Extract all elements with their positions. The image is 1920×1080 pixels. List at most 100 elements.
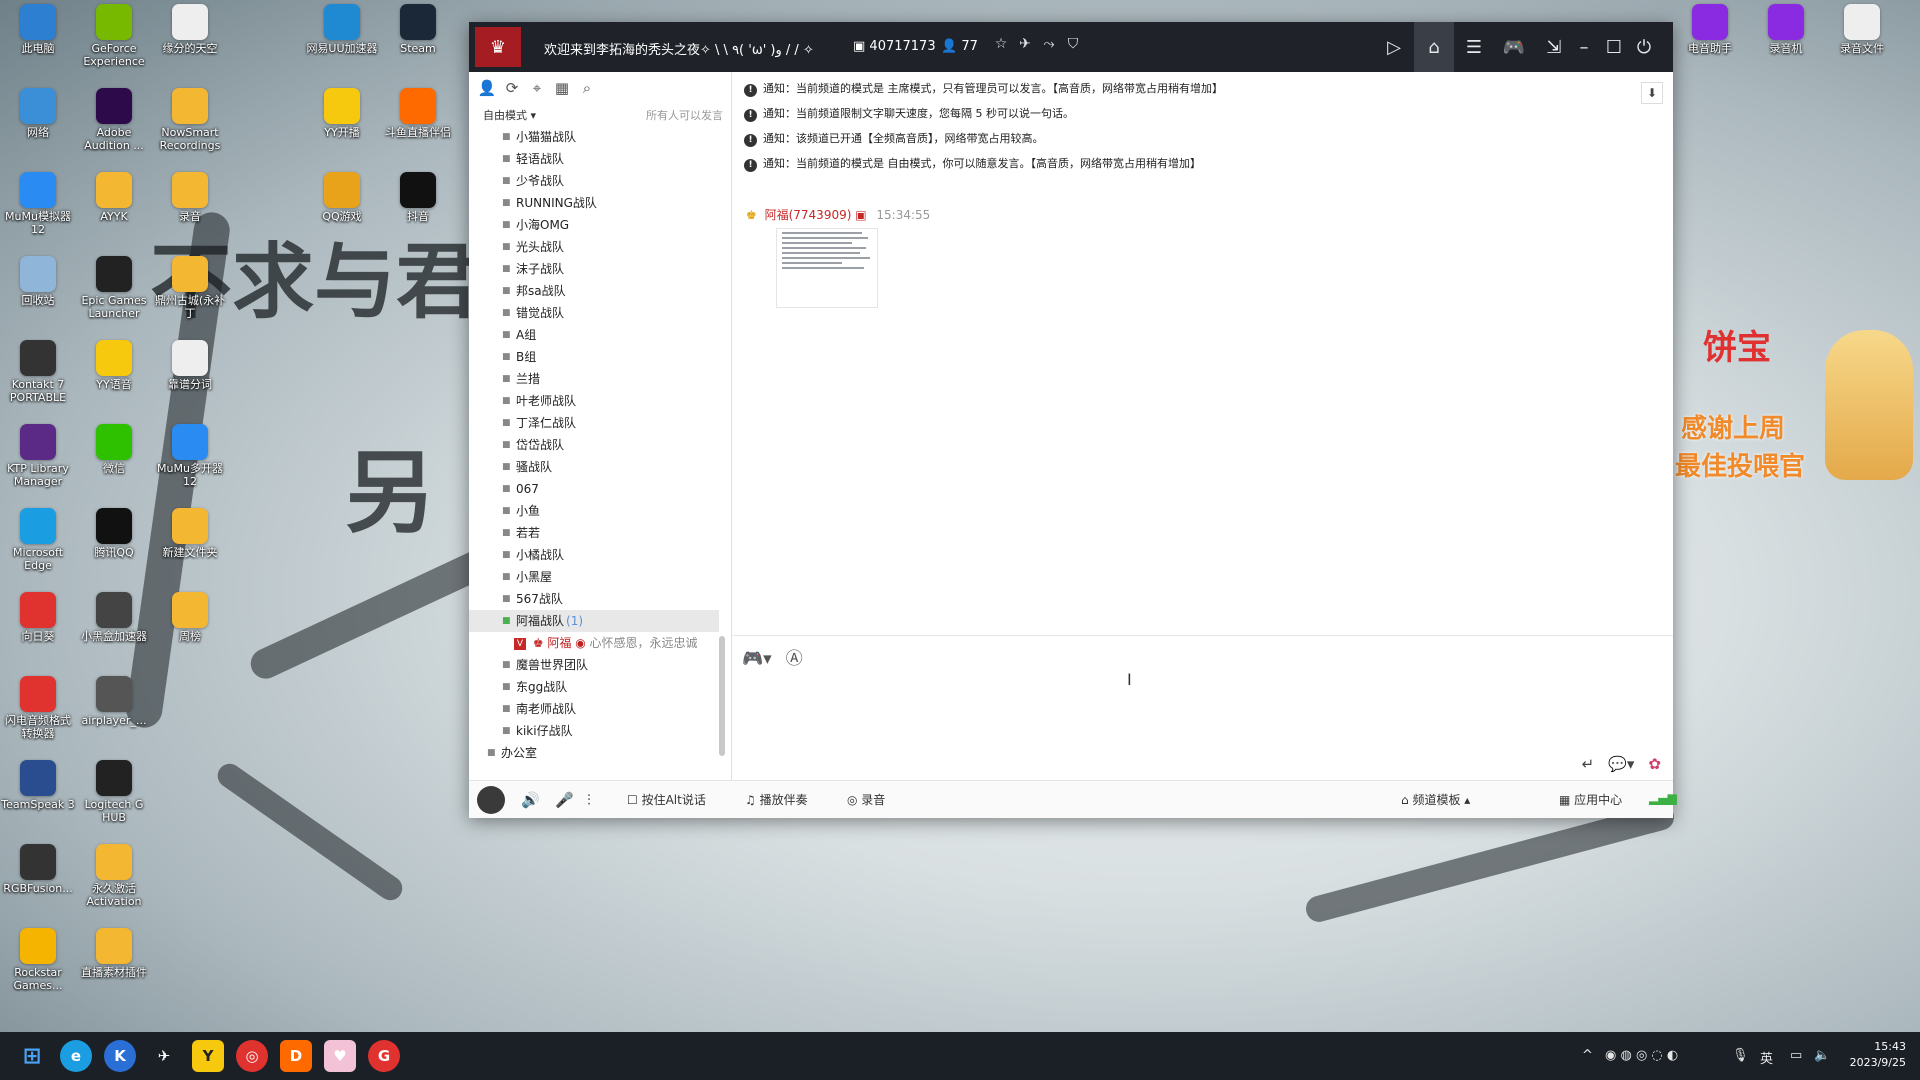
desktop-icon[interactable]: TeamSpeak 3 (0, 760, 76, 811)
channel-item[interactable]: ■ 魔兽世界团队 (469, 654, 719, 676)
channel-item[interactable]: ■ 兰措 (469, 368, 719, 390)
channel-item[interactable]: ■ 567战队 (469, 588, 719, 610)
channel-item[interactable]: ■ 邦sa战队 (469, 280, 719, 302)
desktop-icon[interactable]: 此电脑 (0, 4, 76, 55)
desktop-icon[interactable]: 靠谱分词 (152, 340, 228, 391)
desktop-icon[interactable]: QQ游戏 (304, 172, 380, 223)
desktop-icon[interactable]: 缘分的天空 (152, 4, 228, 55)
desktop-icon[interactable]: MuMu多开器12 (152, 424, 228, 488)
desktop-icon[interactable]: 斗鱼直播伴侣 (380, 88, 456, 139)
chat-bubble-icon[interactable]: 💬▾ (1608, 755, 1634, 773)
plane-app-icon[interactable]: ✈ (148, 1040, 180, 1072)
netease-music-icon[interactable]: ◎ (236, 1040, 268, 1072)
ptt-toggle[interactable]: ☐ 按住Alt说话 (627, 791, 706, 808)
channel-item[interactable]: ■ 067 (469, 478, 719, 500)
desktop-icon[interactable]: YY语音 (76, 340, 152, 391)
channel-item[interactable]: ■ 轻语战队 (469, 148, 719, 170)
video-icon[interactable]: ▷ (1374, 22, 1414, 72)
channel-avatar[interactable]: ♛ (475, 27, 521, 67)
board-icon[interactable]: ▦ (550, 79, 574, 97)
desktop-icon[interactable]: 微信 (76, 424, 152, 475)
location-icon[interactable]: ⌖ (525, 79, 549, 97)
send-icon[interactable]: ↵ (1582, 755, 1595, 773)
channel-item[interactable]: ■ 错觉战队 (469, 302, 719, 324)
desktop-icon[interactable]: Microsoft Edge (0, 508, 76, 572)
channel-item[interactable]: ■ 岱岱战队 (469, 434, 719, 456)
home-icon[interactable]: ⌂ (1414, 22, 1454, 72)
desktop-icon[interactable]: 录音 (152, 172, 228, 223)
power-icon[interactable]: ⏻ (1624, 22, 1664, 72)
shield-icon[interactable]: ⛉ (1063, 36, 1083, 56)
desktop-icon[interactable]: GeForce Experience (76, 4, 152, 68)
message-sender[interactable]: 阿福(7743909) (765, 208, 852, 222)
channel-item[interactable]: ■ 南老师战队 (469, 698, 719, 720)
desktop-icon[interactable]: Adobe Audition ... (76, 88, 152, 152)
title-bar[interactable]: ♛ 欢迎来到李拓海的秃头之夜✧ \ \ ٩( 'ω' )و / / ✧ ▣ 40… (469, 22, 1673, 72)
desktop-icon[interactable]: 小黑盒加速器 (76, 592, 152, 643)
desktop-icon[interactable]: 向日葵 (0, 592, 76, 643)
channel-item[interactable]: ■ 小鱼 (469, 500, 719, 522)
ime-indicator[interactable]: 英 (1760, 1048, 1773, 1067)
desktop-icon[interactable]: 直播素材插件 (76, 928, 152, 979)
mode-select[interactable]: 自由模式 ▾ (483, 109, 536, 122)
refresh-icon[interactable]: ⟳ (500, 79, 524, 97)
channel-item[interactable]: ■ 小橘战队 (469, 544, 719, 566)
channel-item[interactable]: ■ 光头战队 (469, 236, 719, 258)
channel-item[interactable]: ■ 小黑屋 (469, 566, 719, 588)
channel-item[interactable]: ■ 若若 (469, 522, 719, 544)
channel-scrollbar[interactable] (719, 126, 725, 766)
clock[interactable]: 15:43 2023/9/25 (1850, 1039, 1906, 1071)
speaker-icon[interactable]: 🔊 (521, 791, 540, 809)
star-icon[interactable]: ☆ (991, 36, 1011, 56)
desktop-icon[interactable]: 永久激活 Activation (76, 844, 152, 908)
mic-tray-icon[interactable]: 🎙 (1732, 1048, 1749, 1063)
channel-item[interactable]: ■ 骚战队 (469, 456, 719, 478)
desktop-icon[interactable]: 录音文件 (1824, 4, 1900, 55)
image-app-icon[interactable]: ♥ (324, 1040, 356, 1072)
desktop-icon[interactable]: Steam (380, 4, 456, 55)
message-input[interactable]: 🎮▾ Ⓐ I ↵ 💬▾ ✿ (732, 635, 1673, 781)
message-image[interactable] (776, 228, 878, 308)
desktop-icon[interactable]: Epic Games Launcher (76, 256, 152, 320)
music-button[interactable]: ♫ 播放伴奏 (745, 791, 808, 808)
start-icon[interactable]: ⊞ (16, 1040, 48, 1072)
gamepad-icon[interactable]: 🎮 (1494, 22, 1534, 72)
channel-item[interactable]: ■ 丁泽仁战队 (469, 412, 719, 434)
desktop-icon[interactable]: YY开播 (304, 88, 380, 139)
scroll-down-icon[interactable]: ⬇ (1641, 82, 1663, 104)
plane-icon[interactable]: ✈ (1015, 36, 1035, 56)
checkbox-icon[interactable]: ☐ (627, 793, 642, 807)
desktop-icon[interactable]: 周榜 (152, 592, 228, 643)
channel-item[interactable]: ■ kiki仔战队 (469, 720, 719, 742)
channel-item-selected[interactable]: ■ 阿福战队 (1) (469, 610, 719, 632)
mixer-icon[interactable]: ⫶ (587, 791, 591, 809)
channel-item[interactable]: ■ 沫子战队 (469, 258, 719, 280)
desktop-icon[interactable]: 鼎州古城(永补丁 (152, 256, 228, 320)
desktop-icon[interactable]: 抖音 (380, 172, 456, 223)
desktop-icon[interactable]: RGBFusion... (0, 844, 76, 895)
douyu-icon[interactable]: D (280, 1040, 312, 1072)
user-icon[interactable]: 👤 (475, 79, 499, 97)
desktop-icon[interactable]: MuMu模拟器12 (0, 172, 76, 236)
avatar[interactable] (477, 786, 505, 814)
tray-expand-icon[interactable]: ^ (1582, 1048, 1593, 1063)
volume-icon[interactable]: 🔈 (1814, 1048, 1830, 1063)
channel-item[interactable]: ■ A组 (469, 324, 719, 346)
mic-icon[interactable]: 🎤 (555, 791, 574, 809)
desktop-icon[interactable]: KTP Library Manager (0, 424, 76, 488)
record-button[interactable]: ◎ 录音 (847, 791, 885, 808)
chrome-icon[interactable]: G (368, 1040, 400, 1072)
yy-icon[interactable]: Y (192, 1040, 224, 1072)
desktop-icon[interactable]: Rockstar Games... (0, 928, 76, 992)
desktop-icon[interactable]: 新建文件夹 (152, 508, 228, 559)
channel-item[interactable]: ■ 东gg战队 (469, 676, 719, 698)
desktop-icon[interactable]: 回收站 (0, 256, 76, 307)
desktop-icon[interactable]: Kontakt 7 PORTABLE (0, 340, 76, 404)
app-center-button[interactable]: ▦ 应用中心 (1559, 791, 1622, 808)
channel-item[interactable]: ■ 小海OMG (469, 214, 719, 236)
template-button[interactable]: ⌂ 频道模板 ▴ (1401, 791, 1470, 808)
scrollbar-thumb[interactable] (719, 636, 725, 756)
desktop-icon[interactable]: 录音机 (1748, 4, 1824, 55)
flower-icon[interactable]: ✿ (1648, 755, 1661, 773)
desktop-icon[interactable]: 闪电音频格式转换器 (0, 676, 76, 740)
